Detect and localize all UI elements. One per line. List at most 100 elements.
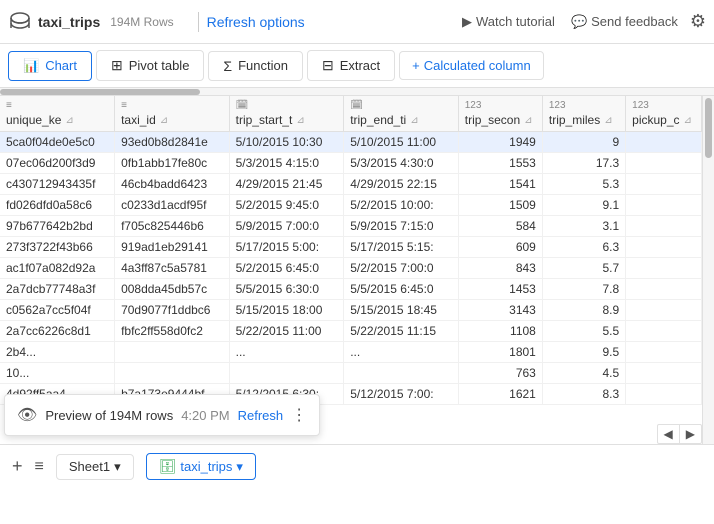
- table-row[interactable]: fd026dfd0a58c6c0233d1acdf95f5/2/2015 9:4…: [0, 195, 702, 216]
- preview-time: 4:20 PM: [181, 408, 229, 423]
- table-cell: 7.8: [542, 279, 625, 300]
- table-cell: [626, 363, 702, 384]
- tab-calculated-column[interactable]: + Calculated column: [399, 51, 544, 80]
- table-cell: 9: [542, 132, 625, 153]
- col-name-taxi-id: taxi_id: [121, 113, 156, 127]
- col-sort-icon-3: ⊿: [410, 115, 418, 126]
- table-cell: c430712943435f: [0, 174, 115, 195]
- table-cell: 4/29/2015 21:45: [229, 174, 344, 195]
- table-cell: 4.5: [542, 363, 625, 384]
- table-cell: 3143: [458, 300, 542, 321]
- table-row[interactable]: 2a7dcb77748a3f008dda45db57c5/5/2015 6:30…: [0, 279, 702, 300]
- settings-button[interactable]: ⚙: [690, 11, 706, 32]
- table-cell: 763: [458, 363, 542, 384]
- tab-chart[interactable]: 📊 Chart: [8, 51, 92, 81]
- tab-pivot[interactable]: ⊞ Pivot table: [96, 50, 204, 81]
- gear-icon: ⚙: [690, 11, 706, 31]
- col-name-trip-end: trip_end_ti: [350, 113, 406, 127]
- col-type-icon-num3: 123: [632, 100, 649, 111]
- col-header-trip-seconds[interactable]: 123 trip_secon ⊿: [458, 96, 542, 132]
- horizontal-scrollbar[interactable]: [0, 88, 714, 96]
- table-cell: [626, 384, 702, 405]
- menu-icon: ≡: [35, 458, 44, 476]
- table-row[interactable]: 273f3722f43b66919ad1eb291415/17/2015 5:0…: [0, 237, 702, 258]
- table-cell: [626, 258, 702, 279]
- tab-extract[interactable]: ⊟ Extract: [307, 50, 395, 81]
- scroll-right-button[interactable]: ▶: [680, 425, 701, 443]
- table-cell: 8.9: [542, 300, 625, 321]
- table-cell: [115, 363, 230, 384]
- table-row[interactable]: 07ec06d200f3d90fb1abb17fe80c5/3/2015 4:1…: [0, 153, 702, 174]
- table-cell: 1949: [458, 132, 542, 153]
- table-row[interactable]: 10...7634.5: [0, 363, 702, 384]
- watch-tutorial-button[interactable]: ▶ Watch tutorial: [462, 14, 555, 30]
- table-row[interactable]: c0562a7cc5f04f70d9077f1ddbc65/15/2015 18…: [0, 300, 702, 321]
- data-table: ≡ unique_ke ⊿ ≡ taxi_id ⊿: [0, 96, 702, 405]
- sheet1-chevron-icon: ▾: [114, 459, 121, 475]
- table-cell: fd026dfd0a58c6: [0, 195, 115, 216]
- col-header-trip-start[interactable]: 🗓 trip_start_t ⊿: [229, 96, 344, 132]
- table-row[interactable]: 97b677642b2bdf705c825446b65/9/2015 7:00:…: [0, 216, 702, 237]
- col-header-trip-miles[interactable]: 123 trip_miles ⊿: [542, 96, 625, 132]
- feedback-icon: 💬: [571, 14, 587, 30]
- table-cell: 5/3/2015 4:30:0: [344, 153, 459, 174]
- sheet-menu-button[interactable]: ≡: [35, 458, 44, 476]
- refresh-options-button[interactable]: Refresh options: [207, 14, 305, 30]
- table-cell: f705c825446b6: [115, 216, 230, 237]
- send-feedback-button[interactable]: 💬 Send feedback: [571, 14, 678, 30]
- sheet1-label: Sheet1: [69, 459, 110, 474]
- scroll-thumb[interactable]: [0, 89, 200, 95]
- function-icon: Σ: [223, 58, 232, 74]
- table-cell: 584: [458, 216, 542, 237]
- table-cell: 17.3: [542, 153, 625, 174]
- table-row[interactable]: 5ca0f04de0e5c093ed0b8d2841e5/10/2015 10:…: [0, 132, 702, 153]
- table-cell: 1553: [458, 153, 542, 174]
- taxi-trips-tab[interactable]: 🗄 taxi_trips ▾: [146, 453, 256, 480]
- sheet1-tab[interactable]: Sheet1 ▾: [56, 454, 134, 480]
- table-cell: 4a3ff87c5a5781: [115, 258, 230, 279]
- table-body: 5ca0f04de0e5c093ed0b8d2841e5/10/2015 10:…: [0, 132, 702, 405]
- table-cell: 9.1: [542, 195, 625, 216]
- tab-function[interactable]: Σ Function: [208, 51, 303, 81]
- scroll-left-button[interactable]: ◀: [658, 425, 680, 443]
- col-header-trip-end[interactable]: 🗓 trip_end_ti ⊿: [344, 96, 459, 132]
- table-cell: 5/5/2015 6:30:0: [229, 279, 344, 300]
- col-header-taxi-id[interactable]: ≡ taxi_id ⊿: [115, 96, 230, 132]
- table-cell: 919ad1eb29141: [115, 237, 230, 258]
- table-cell: ac1f07a082d92a: [0, 258, 115, 279]
- table-row[interactable]: 2b4.........18019.5: [0, 342, 702, 363]
- table-row[interactable]: 2a7cc6226c8d1fbfc2ff558d0fc25/22/2015 11…: [0, 321, 702, 342]
- logo-icon: [8, 10, 32, 34]
- table-cell: 1509: [458, 195, 542, 216]
- table-cell: 5/5/2015 6:45:0: [344, 279, 459, 300]
- vertical-scroll-thumb[interactable]: [705, 98, 712, 158]
- table-row[interactable]: c430712943435f46cb4badd64234/29/2015 21:…: [0, 174, 702, 195]
- table-cell: 5/17/2015 5:00:: [229, 237, 344, 258]
- col-sort-icon-0: ⊿: [65, 115, 73, 126]
- preview-refresh-button[interactable]: Refresh: [238, 408, 284, 423]
- table-cell: 1541: [458, 174, 542, 195]
- preview-more-button[interactable]: ⋮: [291, 405, 307, 425]
- col-sort-icon-4: ⊿: [524, 115, 532, 126]
- toolbar-divider: [198, 12, 199, 32]
- vertical-scrollbar[interactable]: [702, 96, 714, 444]
- table-cell: [344, 363, 459, 384]
- col-type-icon-text2: ≡: [121, 100, 127, 111]
- extract-icon: ⊟: [322, 57, 334, 74]
- col-header-pickup[interactable]: 123 pickup_c ⊿: [626, 96, 702, 132]
- table-cell: 5/2/2015 7:00:0: [344, 258, 459, 279]
- chart-icon: 📊: [23, 58, 39, 74]
- add-sheet-button[interactable]: +: [12, 456, 23, 477]
- table-cell: 1621: [458, 384, 542, 405]
- table-cell: 6.3: [542, 237, 625, 258]
- col-header-unique-key[interactable]: ≡ unique_ke ⊿: [0, 96, 115, 132]
- table-cell: 5/15/2015 18:00: [229, 300, 344, 321]
- table-cell: 70d9077f1ddbc6: [115, 300, 230, 321]
- table-cell: 1801: [458, 342, 542, 363]
- main-data-area: ≡ unique_ke ⊿ ≡ taxi_id ⊿: [0, 96, 714, 488]
- col-name-trip-seconds: trip_secon: [465, 113, 520, 127]
- table-cell: 46cb4badd6423: [115, 174, 230, 195]
- table-cell: c0562a7cc5f04f: [0, 300, 115, 321]
- table-cell: 5/2/2015 9:45:0: [229, 195, 344, 216]
- table-row[interactable]: ac1f07a082d92a4a3ff87c5a57815/2/2015 6:4…: [0, 258, 702, 279]
